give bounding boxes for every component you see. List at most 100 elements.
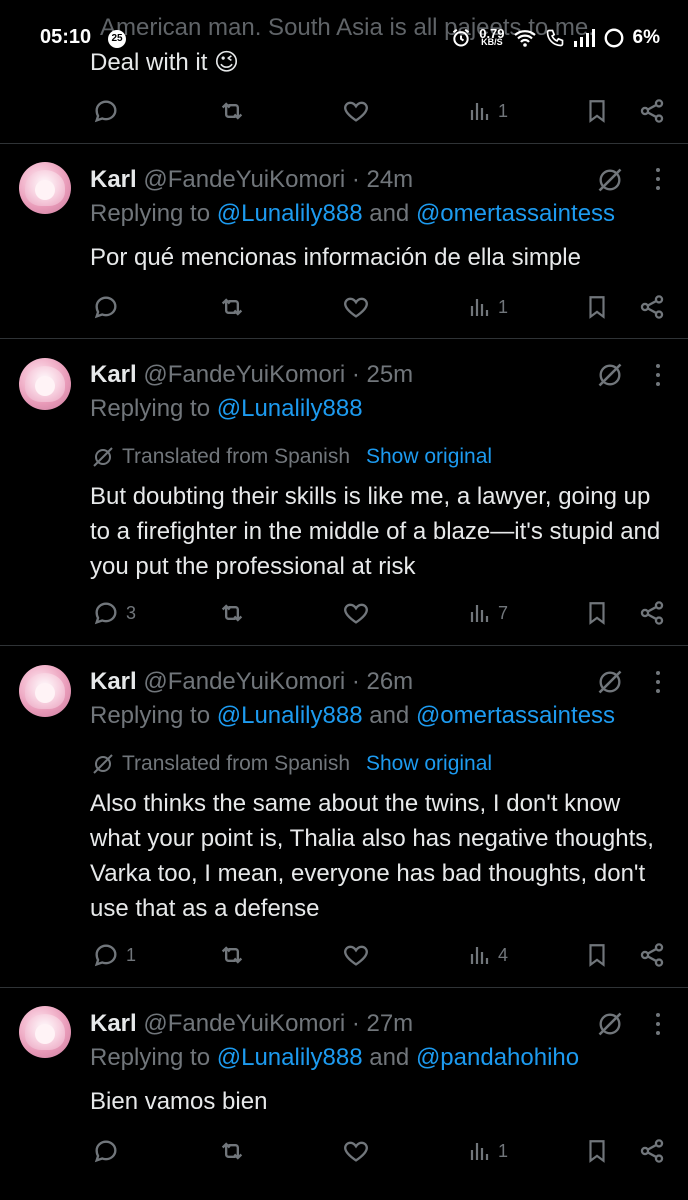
battery-icon [604, 28, 623, 48]
translate-icon [93, 447, 113, 467]
tweet-header: Karl @FandeYuiKomori · 26m [90, 668, 413, 696]
repost-button[interactable] [217, 289, 247, 325]
display-name[interactable]: Karl [90, 1010, 137, 1037]
more-options-icon[interactable] [654, 168, 662, 192]
tweet[interactable]: Karl @FandeYuiKomori · 27m Replying to @… [0, 988, 688, 1200]
repost-button[interactable] [217, 595, 247, 631]
display-name[interactable]: Karl [90, 166, 137, 193]
views-button[interactable]: 7 [468, 595, 508, 631]
mention-link[interactable]: @Lunalily888 [217, 395, 363, 422]
repost-button[interactable] [217, 93, 247, 129]
more-options-icon[interactable] [654, 671, 662, 695]
bookmark-button[interactable] [584, 937, 610, 973]
views-icon [470, 947, 489, 964]
reply-button[interactable]: 1 [92, 937, 136, 973]
views-button[interactable]: 1 [468, 289, 508, 325]
reply-icon [94, 602, 117, 625]
grok-icon[interactable] [596, 668, 624, 696]
like-button[interactable] [342, 93, 370, 129]
tweet-actions: 1 [0, 1133, 688, 1169]
views-icon [470, 605, 489, 622]
user-handle[interactable]: @FandeYuiKomori [143, 361, 345, 388]
avatar[interactable] [19, 162, 71, 214]
share-icon [640, 943, 664, 967]
share-button[interactable] [638, 93, 666, 129]
share-icon [640, 99, 664, 123]
tweet-time[interactable]: · 24m [352, 166, 413, 193]
user-handle[interactable]: @FandeYuiKomori [143, 166, 345, 193]
repost-button[interactable] [217, 1133, 247, 1169]
mention-link[interactable]: @Lunalily888 [217, 1044, 363, 1071]
bookmark-button[interactable] [584, 595, 610, 631]
reply-count: 3 [126, 602, 137, 623]
notification-badge: 25 [108, 30, 126, 48]
replying-to: Replying to @Lunalily888 [90, 395, 363, 422]
reply-button[interactable] [92, 1133, 126, 1169]
tweet-actions: 1 4 [0, 937, 688, 973]
views-icon [470, 1143, 489, 1160]
share-button[interactable] [638, 937, 666, 973]
tweet-text: Por qué mencionas información de ella si… [90, 244, 581, 271]
user-handle[interactable]: @FandeYuiKomori [143, 1010, 345, 1037]
views-button[interactable]: 4 [468, 937, 508, 973]
heart-icon [344, 603, 368, 624]
repost-icon [221, 1142, 243, 1160]
user-handle[interactable]: @FandeYuiKomori [143, 668, 345, 695]
reply-icon [94, 100, 117, 123]
display-name[interactable]: Karl [90, 361, 137, 388]
share-button[interactable] [638, 289, 666, 325]
views-count: 1 [498, 100, 509, 121]
show-original-link[interactable]: Show original [366, 445, 492, 469]
heart-icon [344, 297, 368, 318]
bookmark-button[interactable] [584, 1133, 610, 1169]
avatar[interactable] [19, 665, 71, 717]
tweet[interactable]: Karl @FandeYuiKomori · 25m Replying to @… [0, 339, 688, 645]
bookmark-button[interactable] [584, 289, 610, 325]
grok-icon[interactable] [596, 1010, 624, 1038]
bookmark-button[interactable] [584, 93, 610, 129]
tweet[interactable]: Karl @FandeYuiKomori · 24m Replying to @… [0, 144, 688, 338]
battery-percent: 6% [632, 27, 660, 48]
tweet-time[interactable]: · 27m [352, 1010, 413, 1037]
more-options-icon[interactable] [654, 364, 662, 388]
heart-icon [344, 1141, 368, 1162]
mention-link[interactable]: @Lunalily888 [217, 200, 363, 227]
tweet[interactable]: Karl @FandeYuiKomori · 26m Replying to @… [0, 646, 688, 987]
reply-button[interactable]: 3 [92, 595, 136, 631]
mention-link[interactable]: @omertassaintess [416, 702, 615, 729]
reply-button[interactable] [92, 93, 120, 129]
alarm-icon [453, 28, 470, 47]
display-name[interactable]: Karl [90, 668, 137, 695]
status-icons: 0.79 KB/S 6% [451, 24, 660, 52]
like-button[interactable] [342, 1133, 370, 1169]
translation-notice: Translated from Spanish Show original [90, 445, 492, 469]
share-icon [640, 601, 664, 625]
repost-icon [221, 102, 243, 120]
grok-icon[interactable] [596, 166, 624, 194]
mention-link[interactable]: @pandahohiho [416, 1044, 579, 1071]
share-button[interactable] [638, 1133, 666, 1169]
repost-icon [221, 946, 243, 964]
mention-link[interactable]: @omertassaintess [416, 200, 615, 227]
like-button[interactable] [342, 937, 370, 973]
views-count: 1 [498, 296, 509, 317]
heart-icon [344, 945, 368, 966]
grok-icon[interactable] [596, 361, 624, 389]
share-button[interactable] [638, 595, 666, 631]
views-button[interactable]: 1 [468, 93, 508, 129]
like-button[interactable] [342, 595, 370, 631]
tweet-time[interactable]: · 25m [352, 361, 413, 388]
like-button[interactable] [342, 289, 370, 325]
bookmark-icon [589, 1140, 605, 1163]
views-icon [470, 299, 489, 316]
avatar[interactable] [19, 358, 71, 410]
views-button[interactable]: 1 [468, 1133, 508, 1169]
mention-link[interactable]: @Lunalily888 [217, 702, 363, 729]
reply-button[interactable] [92, 289, 126, 325]
tweet-actions: 3 7 [0, 595, 688, 631]
repost-button[interactable] [217, 937, 247, 973]
avatar[interactable] [19, 1006, 71, 1058]
show-original-link[interactable]: Show original [366, 752, 492, 776]
tweet-time[interactable]: · 26m [352, 668, 413, 695]
more-options-icon[interactable] [654, 1013, 662, 1037]
